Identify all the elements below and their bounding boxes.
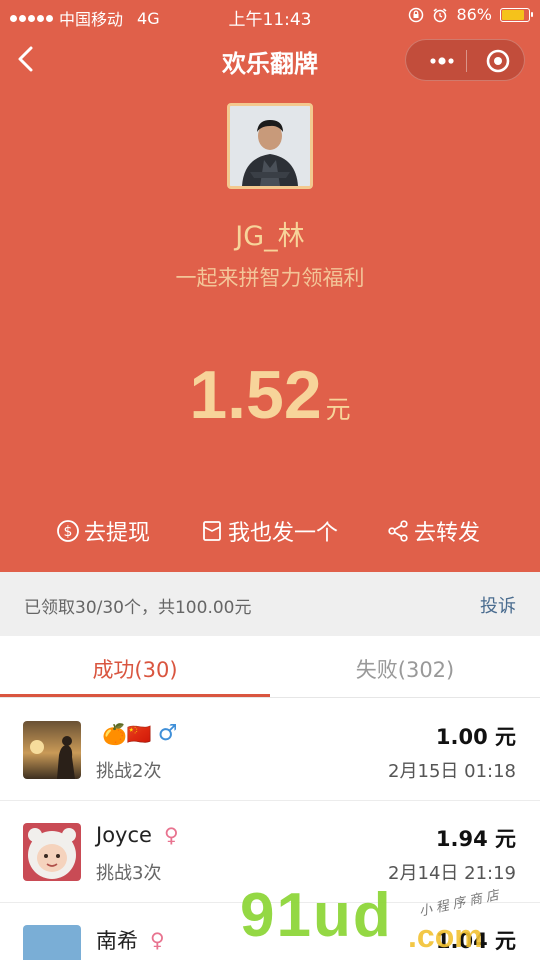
withdraw-label: 去提现 [84,521,151,546]
male-icon: ♂ [157,721,178,746]
nickname: 南希 [96,929,138,953]
status-bar: 中国移动 4G 上午11:43 86% [0,0,540,30]
avatar [23,721,81,779]
nickname-emoji: 🍊🇨🇳 [102,721,152,746]
share-label: 去转发 [414,521,481,546]
tab-indicator [0,694,270,697]
slogan-text: 一起来拼智力领福利 [175,266,365,290]
summary-strip: 已领取30/30个，共100.00元 投诉 [0,572,540,636]
mini-program-capsule [405,39,525,81]
record-name: 南希 ♀ [96,925,165,955]
action-bar: $ 去提现 我也发一个 去转发 [0,515,540,555]
envelope-icon [203,521,221,541]
avatar [23,925,81,960]
record-date: 2月15日 01:18 [388,761,516,782]
watermark-main: 91ud [240,881,393,950]
challenge-count: 挑战3次 [96,863,162,884]
landscape-photo-icon [23,925,81,960]
female-icon: ♀ [163,823,179,847]
share-icon [388,520,408,542]
baby-photo-icon [23,823,81,881]
received-amount: 1.52 元 [0,356,540,434]
capsule-divider [466,50,467,72]
user-photo-icon [230,106,310,186]
watermark-tag: 小程序商店 [417,887,505,920]
list-item[interactable]: 🍊🇨🇳 ♂ 挑战2次 1.00 元 2月15日 01:18 [0,699,540,801]
send-one-label: 我也发一个 [228,521,339,546]
close-program-icon[interactable] [476,40,522,82]
tab-success[interactable]: 成功(30) [0,654,270,684]
send-one-button[interactable]: 我也发一个 [200,515,338,547]
amount-value: 1.52 [189,357,322,433]
record-amount: 1.00 元 [435,725,516,749]
female-icon: ♀ [150,928,165,952]
nav-bar: 欢乐翻牌 [0,30,540,88]
record-name: 🍊🇨🇳 ♂ [96,721,178,746]
svg-text:$: $ [64,524,73,540]
share-button[interactable]: 去转发 [386,515,480,547]
sunset-photo-icon [23,721,81,779]
more-dots-icon[interactable] [416,40,466,82]
complain-link[interactable]: 投诉 [480,592,516,618]
withdraw-button[interactable]: $ 去提现 [56,515,150,547]
avatar [227,103,313,189]
battery-icon [500,7,533,22]
site-watermark: 91ud .com 小程序商店 [240,880,540,960]
record-name: Joyce ♀ [96,823,179,847]
battery-percent: 86% [456,5,492,24]
rotation-lock-icon [409,7,424,22]
nickname: Joyce [96,823,152,847]
avatar [23,823,81,881]
alarm-icon [433,7,447,22]
status-right: 86% [408,5,533,24]
user-name: JG_林 [235,221,305,252]
watermark-suffix: .com [408,918,483,954]
tab-bar: 成功(30) 失败(302) [0,636,540,698]
challenge-count: 挑战2次 [96,761,162,782]
dollar-circle-icon: $ [57,520,79,542]
amount-unit: 元 [325,395,351,424]
tab-failed[interactable]: 失败(302) [270,654,540,684]
record-amount: 1.94 元 [435,827,516,851]
summary-text: 已领取30/30个，共100.00元 [24,598,252,618]
